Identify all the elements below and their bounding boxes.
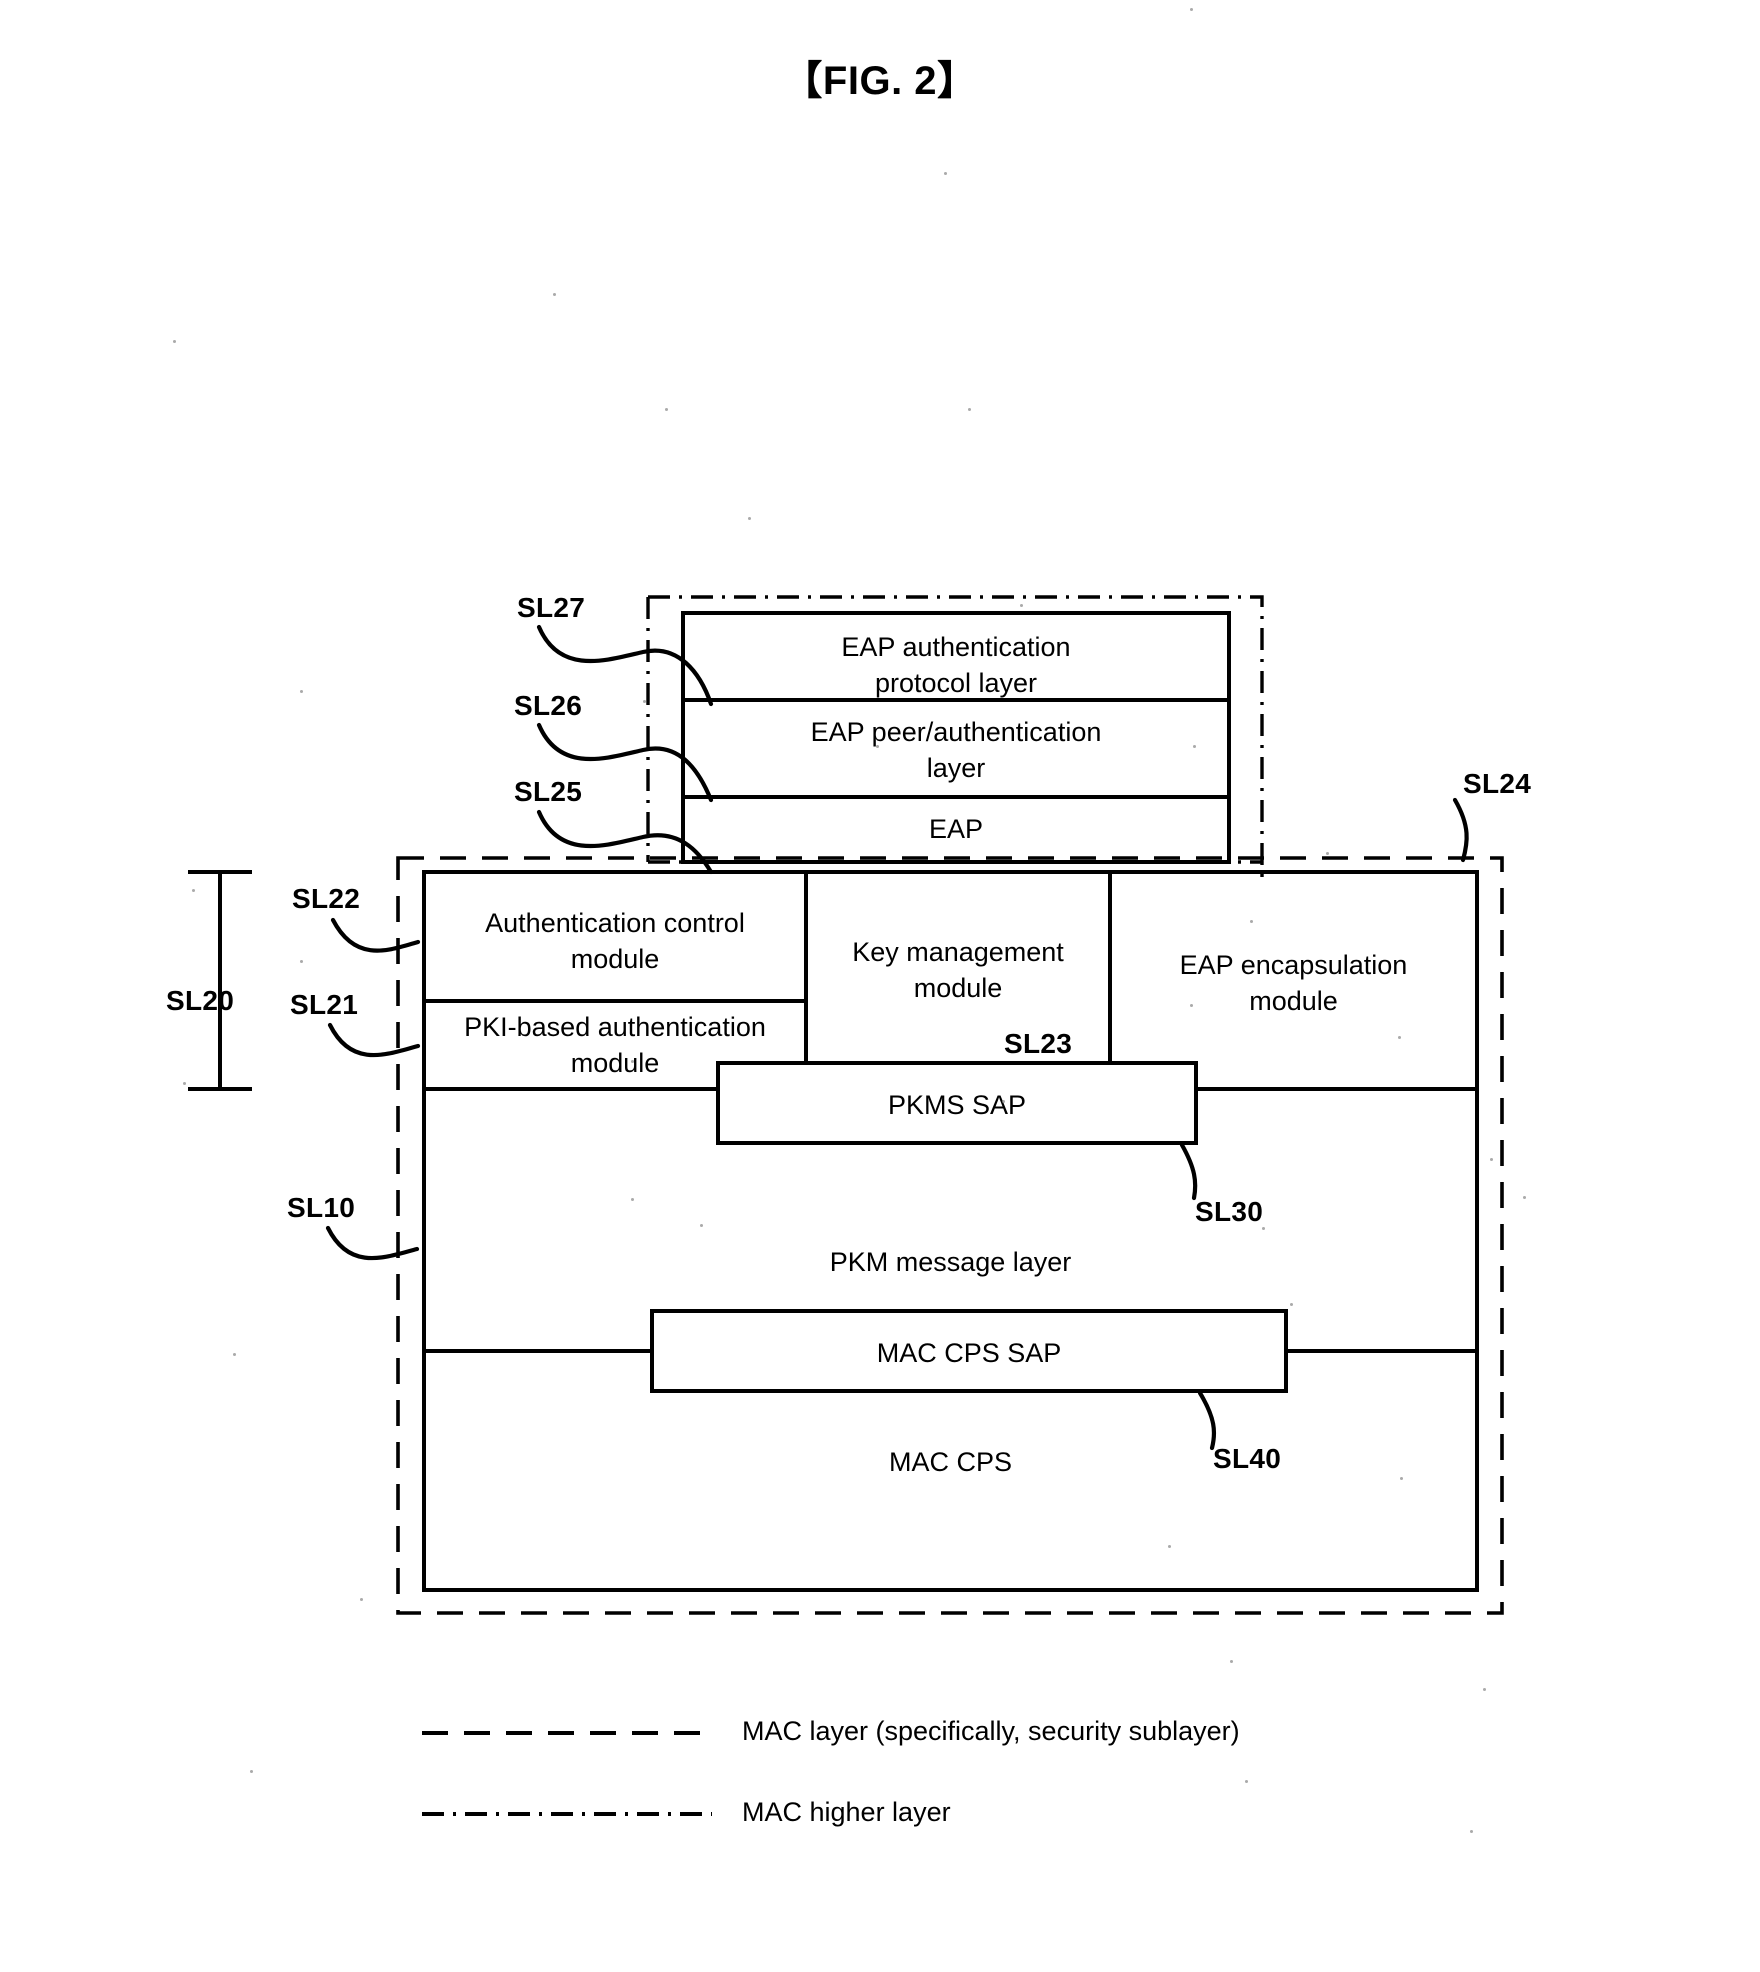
legend-mac-layer-label: MAC layer (specifically, security sublay…	[742, 1716, 1240, 1746]
ref-label-sl22: SL22	[292, 883, 361, 914]
ref-label-sl23: SL23	[1004, 1028, 1073, 1059]
leader-sl21	[327, 1022, 421, 1058]
leader-sl22	[330, 917, 421, 953]
ref-label-sl10: SL10	[287, 1192, 356, 1223]
eap-stack-outer-box	[681, 611, 1231, 864]
leader-sl40	[1197, 1390, 1217, 1451]
ref-label-sl40: SL40	[1213, 1443, 1282, 1474]
legend-mac-higher-layer-label: MAC higher layer	[742, 1797, 951, 1827]
pkms-sap-box	[716, 1061, 1198, 1145]
ref-label-sl25: SL25	[514, 776, 583, 807]
mac-cps-sap-box	[650, 1309, 1288, 1393]
ref-label-sl26: SL26	[514, 690, 583, 721]
ref-label-sl30: SL30	[1195, 1196, 1264, 1227]
diagram-canvas	[188, 595, 1504, 1816]
sl20-bracket	[188, 870, 252, 1091]
mac-higher-layer-boundary	[646, 595, 1264, 880]
ref-label-sl27: SL27	[517, 592, 586, 623]
leader-sl30	[1179, 1142, 1198, 1201]
leader-sl24	[1452, 797, 1469, 863]
ref-label-sl24: SL24	[1463, 768, 1532, 799]
security-sublayer-outer-box	[422, 870, 1479, 1592]
ref-label-sl21: SL21	[290, 989, 359, 1020]
ref-label-sl20: SL20	[166, 985, 235, 1016]
leader-sl10	[325, 1225, 420, 1261]
mac-security-sublayer-boundary	[396, 856, 1504, 1615]
